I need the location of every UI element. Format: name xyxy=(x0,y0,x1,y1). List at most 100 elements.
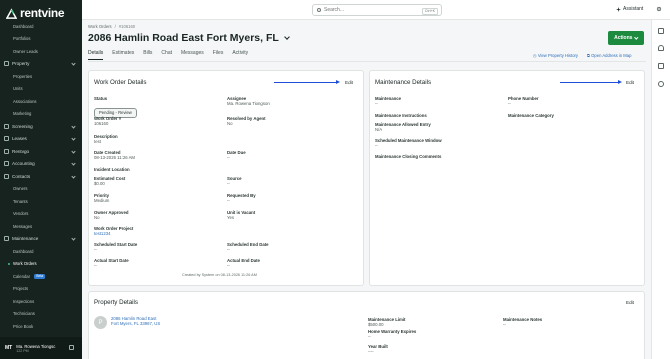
tab-files[interactable]: Files xyxy=(213,50,224,60)
sidebar-item-label: Properties xyxy=(13,73,33,79)
work-order-details-card: Work Order Details Edit Status Pending -… xyxy=(88,70,364,286)
logout-icon[interactable] xyxy=(69,345,74,350)
sidebar-item-maintenance[interactable]: Maintenance xyxy=(0,233,82,246)
sidebar-item-leases[interactable]: Leases xyxy=(0,133,82,146)
field-value: -- xyxy=(375,101,378,106)
tab-activity[interactable]: Activity xyxy=(232,50,248,60)
tab-links: ◷ View Property History ⧉ Open Address i… xyxy=(533,53,631,58)
chevron-down-icon xyxy=(634,35,639,40)
page-title[interactable]: 2086 Hamlin Road East Fort Myers, FL xyxy=(88,32,290,44)
edit-property-button[interactable]: Edit xyxy=(626,300,634,305)
sidebar-item-technicians[interactable]: Technicians xyxy=(0,308,82,321)
sidebar-item-inspections[interactable]: Inspections xyxy=(0,295,82,308)
sidebar-item-price-book[interactable]: Price Book xyxy=(0,320,82,333)
address-line-2[interactable]: Fort Myers, FL 33967, US xyxy=(111,321,160,326)
sidebar-nav: Dashboard Portfolios Owner Leads Property Pr… xyxy=(0,20,82,333)
eye-icon[interactable] xyxy=(658,81,664,87)
sidebar-item-dashboard[interactable]: Dashboard xyxy=(0,20,82,33)
maintenance-notes-field: Maintenance Notes -- xyxy=(503,317,542,327)
bell-icon[interactable] xyxy=(658,45,664,51)
sidebar-item-contacts[interactable]: Contacts xyxy=(0,170,82,183)
breadcrumb-work-orders[interactable]: Work Orders xyxy=(88,24,112,29)
right-rail xyxy=(651,20,670,359)
settings-icon[interactable] xyxy=(656,6,662,12)
phone-number-field: Phone Number -- xyxy=(508,96,539,106)
tab-details[interactable]: Details xyxy=(88,50,104,60)
property-details-card: Property Details Edit P 2086 Hamlin Road… xyxy=(88,291,645,359)
field-value: -- xyxy=(94,247,97,252)
field-value: -- xyxy=(227,247,230,252)
edit-maintenance-button[interactable]: Edit xyxy=(626,80,634,85)
edit-work-order-button[interactable]: Edit xyxy=(345,80,353,85)
field-value: -- xyxy=(368,334,371,339)
section-icon xyxy=(4,136,9,142)
sidebar-item-label: Vendors xyxy=(13,211,29,217)
maintenance-window-field: Scheduled Maintenance Window -- xyxy=(375,138,442,148)
chevron-down-icon xyxy=(71,236,76,241)
field-label: Actual Start Date xyxy=(94,258,129,263)
open-map-link[interactable]: ⧉ Open Address in Map xyxy=(587,53,631,58)
sidebar-item-accounting[interactable]: Accounting xyxy=(0,158,82,171)
field-value: N/A xyxy=(375,127,383,132)
mail-icon[interactable] xyxy=(658,63,664,69)
tab-divider xyxy=(88,61,646,62)
year-built-field: Year Built ---- xyxy=(368,344,388,354)
sidebar-item-label: Rentvgo xyxy=(12,148,30,154)
logo[interactable]: rentvine xyxy=(6,6,65,20)
sidebar-item-owner-leads[interactable]: Owner Leads xyxy=(0,45,82,58)
sidebar-item-label: Messages xyxy=(13,223,33,229)
field-value: ---- xyxy=(368,349,374,354)
field-value: -- xyxy=(503,322,506,327)
search-box[interactable]: Ctrl+K xyxy=(312,4,442,16)
unit-vacant-field: Unit is Vacant Yes xyxy=(227,210,255,220)
sidebar-item-vendors[interactable]: Vendors xyxy=(0,208,82,221)
sidebar-item-owners[interactable]: Owners xyxy=(0,183,82,196)
open-map-label: Open Address in Map xyxy=(591,53,632,58)
tab-messages[interactable]: Messages xyxy=(181,50,204,60)
sidebar-item-label: Tenants xyxy=(13,198,28,204)
sidebar-item-tenants[interactable]: Tenants xyxy=(0,195,82,208)
page-title-text: 2086 Hamlin Road East Fort Myers, FL xyxy=(88,32,279,44)
chevron-down-icon[interactable] xyxy=(283,34,290,40)
sidebar-item-screening[interactable]: Screening xyxy=(0,120,82,133)
actual-start-field: Actual Start Date -- xyxy=(94,258,129,268)
sidebar-item-associations[interactable]: Associations xyxy=(0,95,82,108)
user-subtitle: 122 PM xyxy=(16,348,29,353)
section-icon xyxy=(4,123,9,129)
search-input[interactable] xyxy=(324,7,414,13)
sidebar-item-calendar[interactable]: Calendar Beta xyxy=(0,270,82,283)
sidebar-item-marketing[interactable]: Marketing xyxy=(0,108,82,121)
sidebar-item-rentvgo[interactable]: Rentvgo xyxy=(0,145,82,158)
breadcrumb-separator: / xyxy=(114,24,116,29)
tab-estimates[interactable]: Estimates xyxy=(112,50,134,60)
project-link[interactable]: test1234 xyxy=(94,231,133,236)
field-label: Maintenance Allowed Entry xyxy=(375,122,431,127)
maintenance-instructions-field: Maintenance Instructions xyxy=(375,113,427,118)
sidebar-item-label: Associations xyxy=(13,98,37,104)
sidebar-item-messages[interactable]: Messages xyxy=(0,220,82,233)
sidebar-item-label: Portfolios xyxy=(13,36,31,42)
assistant-button[interactable]: Assistant xyxy=(616,6,643,12)
work-order-project-field: Work Order Project test1234 xyxy=(94,226,133,236)
user-profile[interactable]: MT Ma. Rowena Tiongsc 122 PM xyxy=(0,337,82,359)
shortcut-hint: Ctrl+K xyxy=(421,7,438,15)
sidebar-item-dashboard[interactable]: Dashboard xyxy=(0,245,82,258)
tab-chat[interactable]: Chat xyxy=(161,50,172,60)
sidebar-item-projects[interactable]: Projects xyxy=(0,283,82,296)
notes-icon[interactable] xyxy=(658,28,664,34)
sidebar-item-property[interactable]: Property xyxy=(0,58,82,71)
sidebar-item-portfolios[interactable]: Portfolios xyxy=(0,33,82,46)
tab-bills[interactable]: Bills xyxy=(143,50,152,60)
sidebar-item-label: Projects xyxy=(13,286,29,292)
annotation-arrow xyxy=(560,79,622,85)
sidebar-item-work-orders[interactable]: Work Orders xyxy=(0,258,82,271)
view-property-history-link[interactable]: ◷ View Property History xyxy=(533,53,578,58)
section-icon xyxy=(4,61,9,67)
view-property-history-label: View Property History xyxy=(537,53,579,58)
sidebar-item-label: Owners xyxy=(13,186,28,192)
property-address[interactable]: 2086 Hamlin Road East Fort Myers, FL 339… xyxy=(111,316,160,326)
sidebar-item-units[interactable]: Units xyxy=(0,83,82,96)
actions-button[interactable]: Actions xyxy=(608,31,644,45)
sidebar-item-properties[interactable]: Properties xyxy=(0,70,82,83)
description-field: Description test xyxy=(94,134,118,144)
